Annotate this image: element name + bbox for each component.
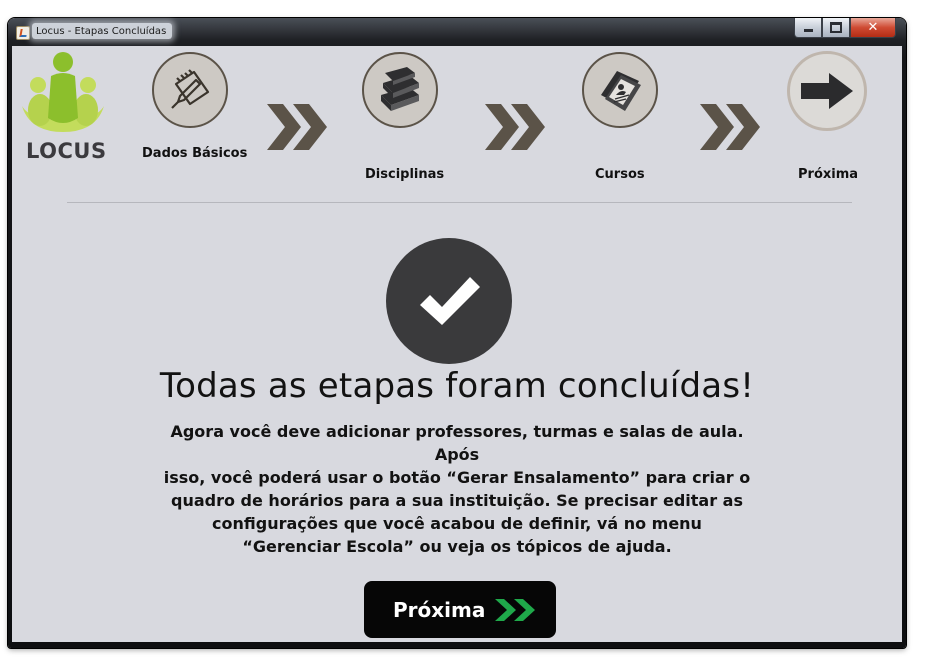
instructions-line: isso, você poderá usar o botão “Gerar En… <box>163 468 751 487</box>
step-chevron-icon <box>700 104 760 150</box>
instructions-line: configurações que você acabou de definir… <box>212 514 702 533</box>
locus-logo: LOCUS <box>20 48 106 168</box>
title-bar[interactable]: Locus - Etapas Concluídas ✕ <box>8 18 906 46</box>
step-label: Cursos <box>595 167 645 182</box>
next-button[interactable]: Próxima <box>364 581 556 638</box>
locus-logo-mark <box>22 52 104 132</box>
step-circle <box>152 52 228 128</box>
step-label: Dados Básicos <box>142 146 248 161</box>
books-icon <box>381 67 419 111</box>
step-label: Próxima <box>798 167 859 182</box>
step-disciplinas[interactable]: Disciplinas <box>358 50 468 182</box>
notepad-pencil-icon <box>171 69 210 109</box>
step-chevron-icon <box>485 104 545 150</box>
instructions-text: Agora você deve adicionar professores, t… <box>147 420 767 558</box>
minimize-button[interactable] <box>794 18 822 38</box>
step-circle <box>362 52 438 128</box>
step-circle <box>787 51 867 131</box>
instructions-line: “Gerenciar Escola” ou veja os tópicos de… <box>242 537 672 556</box>
instructions-line: quadro de horários para a sua instituiçã… <box>171 491 743 510</box>
header-divider <box>67 202 852 203</box>
step-dados-basicos[interactable]: Dados Básicos <box>142 50 258 170</box>
maximize-button[interactable] <box>822 18 850 38</box>
close-icon: ✕ <box>867 20 879 35</box>
step-chevron-icon <box>267 104 327 150</box>
arrow-right-icon <box>801 73 853 109</box>
close-button[interactable]: ✕ <box>850 18 896 38</box>
maximize-icon <box>830 22 842 33</box>
checkmark-icon <box>420 277 480 325</box>
success-check-icon <box>386 238 512 364</box>
step-circle <box>582 52 658 128</box>
logo-text: LOCUS <box>26 139 107 163</box>
next-button-label: Próxima <box>393 597 486 622</box>
minimize-icon <box>803 29 813 32</box>
double-chevron-right-icon <box>495 599 535 621</box>
documents-icon <box>601 71 641 111</box>
client-area: LOCUS Dados Básicos Disciplinas Cursos P… <box>12 46 902 642</box>
window-controls: ✕ <box>794 18 896 38</box>
window-title: Locus - Etapas Concluídas <box>36 25 167 37</box>
step-label: Disciplinas <box>365 167 445 182</box>
step-cursos[interactable]: Cursos <box>578 50 688 182</box>
instructions-line: Agora você deve adicionar professores, t… <box>170 422 744 464</box>
app-window: Locus - Etapas Concluídas ✕ LOCUS Dados … <box>8 18 906 648</box>
java-app-icon <box>16 26 30 40</box>
page-title: Todas as etapas foram concluídas! <box>159 366 755 406</box>
step-proxima[interactable]: Próxima <box>784 50 884 182</box>
title-text-wrap: Locus - Etapas Concluídas <box>32 23 173 39</box>
